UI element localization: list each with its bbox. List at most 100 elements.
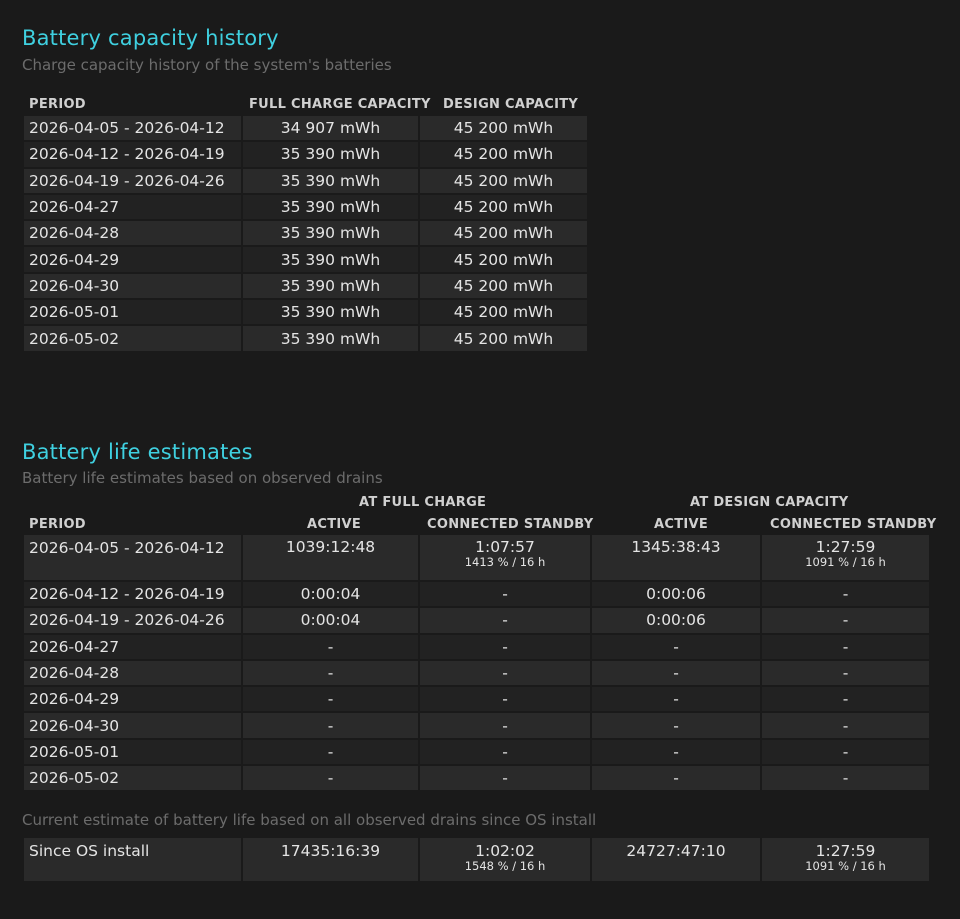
full-charge-capacity-cell: 35 390 mWh (243, 142, 418, 167)
group-header-full-charge: AT FULL CHARGE (359, 495, 487, 510)
life-estimate-row: 2026-05-02- - - - (24, 766, 929, 791)
fc-standby-value: 1:07:57 (475, 538, 535, 556)
design-capacity-cell: 45 200 mWh (420, 194, 587, 220)
capacity-row: 2026-05-02 35 390 mWh 45 200 mWh (24, 326, 587, 351)
dc-active-cell: 1345:38:43 (592, 535, 760, 580)
fc-standby-value: - (502, 585, 508, 604)
dc-active-cell: - (592, 766, 760, 791)
life-estimate-row: 2026-04-12 - 2026-04-19 0:00:04 - 0:00:06 - (24, 582, 929, 607)
capacity-row: 2026-05-01 35 390 mWh 45 200 mWh (24, 300, 587, 325)
design-capacity-cell: 45 200 mWh (420, 221, 587, 246)
dc-standby-cell: - (762, 687, 929, 712)
period-cell: 2026-04-27 (24, 194, 241, 220)
capacity-header-design: DESIGN CAPACITY (443, 97, 579, 112)
dc-standby-value: - (842, 611, 849, 630)
life-estimate-row: 2026-04-19 - 2026-04-26 0:00:04 - 0:00:06 - (24, 608, 929, 633)
life-estimate-row: 2026-04-30- - - - (24, 713, 929, 738)
fc-standby-value: - (502, 716, 508, 735)
dc-active-cell: 0:00:06 (592, 608, 760, 633)
life-estimate-row: 2026-05-01- - - - (24, 739, 929, 765)
period-cell: 2026-04-29 (24, 247, 241, 272)
dc-standby-value: - (842, 690, 849, 709)
dc-standby-cell: - (762, 660, 929, 686)
full-charge-capacity-cell: 35 390 mWh (243, 300, 418, 325)
design-capacity-cell: 45 200 mWh (420, 247, 587, 272)
full-charge-capacity-cell: 35 390 mWh (243, 168, 418, 193)
install-estimate-table: Since OS install 17435:16:39 1:02:02 154… (22, 836, 931, 883)
life-estimate-row: 2026-04-27- - - - (24, 634, 929, 659)
capacity-history-subtitle: Charge capacity history of the system's … (22, 56, 392, 74)
period-cell: 2026-04-19 - 2026-04-26 (24, 168, 241, 193)
life-estimates-subtitle: Battery life estimates based on observed… (22, 469, 383, 487)
full-charge-capacity-cell: 35 390 mWh (243, 194, 418, 220)
dc-standby-value: - (842, 637, 849, 656)
period-cell: 2026-04-28 (24, 221, 241, 246)
dc-active-cell: 0:00:06 (592, 582, 760, 607)
fc-active-cell: 0:00:04 (243, 582, 418, 607)
capacity-row: 2026-04-28 35 390 mWh 45 200 mWh (24, 221, 587, 246)
fc-standby-value: - (502, 637, 508, 656)
life-estimates-title: Battery life estimates (22, 440, 253, 464)
install-dc-active-cell: 24727:47:10 (592, 838, 760, 881)
fc-active-cell: - (243, 634, 418, 659)
full-charge-capacity-cell: 34 907 mWh (243, 116, 418, 141)
dc-standby-cell: - (762, 608, 929, 633)
install-estimate-subtitle: Current estimate of battery life based o… (22, 811, 597, 829)
install-dc-standby-cell: 1:27:59 1091 % / 16 h (762, 838, 929, 881)
dc-standby-cell: - (762, 582, 929, 607)
install-fc-active-cell: 17435:16:39 (243, 838, 418, 881)
fc-standby-cell: - (420, 766, 590, 791)
fc-standby-value: - (502, 611, 508, 630)
period-cell: 2026-04-12 - 2026-04-19 (24, 582, 241, 607)
fc-active-cell: - (243, 687, 418, 712)
period-cell: 2026-04-05 - 2026-04-12 (24, 535, 241, 580)
capacity-row: 2026-04-30 35 390 mWh 45 200 mWh (24, 273, 587, 299)
period-cell: 2026-04-05 - 2026-04-12 (24, 116, 241, 141)
install-fc-standby-cell: 1:02:02 1548 % / 16 h (420, 838, 590, 881)
period-cell: 2026-05-01 (24, 739, 241, 765)
fc-standby-cell: 1:07:57 1413 % / 16 h (420, 535, 590, 580)
capacity-header-full-charge: FULL CHARGE CAPACITY (249, 97, 431, 112)
fc-active-cell: 0:00:04 (243, 608, 418, 633)
dc-standby-value: - (842, 664, 849, 683)
fc-standby-value: - (502, 769, 508, 788)
install-dc-standby-value: 1:27:59 (815, 842, 876, 860)
install-dc-standby-note: 1091 % / 16 h (805, 859, 886, 873)
dc-active-cell: - (592, 739, 760, 765)
dc-standby-value: 1:27:59 (815, 538, 876, 556)
dc-standby-value: - (842, 742, 849, 761)
design-capacity-cell: 45 200 mWh (420, 168, 587, 193)
dc-active-cell: - (592, 687, 760, 712)
period-cell: 2026-04-27 (24, 634, 241, 659)
dc-standby-cell: - (762, 634, 929, 659)
period-cell: 2026-04-29 (24, 687, 241, 712)
dc-standby-value: - (842, 716, 849, 735)
fc-standby-value: - (502, 690, 508, 709)
life-header-period: PERIOD (29, 517, 86, 532)
period-cell: 2026-05-02 (24, 326, 241, 351)
capacity-row: 2026-04-12 - 2026-04-19 35 390 mWh 45 200 … (24, 142, 587, 167)
life-estimate-row: 2026-04-29- - - - (24, 687, 929, 712)
fc-standby-note: 1413 % / 16 h (464, 555, 546, 569)
life-header-fc-active: ACTIVE (307, 517, 362, 532)
full-charge-capacity-cell: 35 390 mWh (243, 221, 418, 246)
capacity-history-table: 2026-04-05 - 2026-04-12 34 907 mWh 45 200 … (22, 114, 589, 353)
period-cell: 2026-05-01 (24, 300, 241, 325)
design-capacity-cell: 45 200 mWh (420, 116, 587, 141)
dc-active-cell: - (592, 713, 760, 738)
dc-standby-cell: - (762, 766, 929, 791)
fc-standby-cell: - (420, 713, 590, 738)
fc-active-cell: - (243, 739, 418, 765)
dc-standby-value: - (842, 585, 849, 604)
period-cell: 2026-04-30 (24, 273, 241, 299)
period-cell: 2026-04-30 (24, 713, 241, 738)
dc-standby-cell: - (762, 713, 929, 738)
fc-standby-cell: - (420, 687, 590, 712)
fc-standby-cell: - (420, 660, 590, 686)
dc-standby-cell: 1:27:59 1091 % / 16 h (762, 535, 929, 580)
period-cell: 2026-04-12 - 2026-04-19 (24, 142, 241, 167)
install-fc-standby-note: 1548 % / 16 h (464, 859, 546, 873)
capacity-row: 2026-04-05 - 2026-04-12 34 907 mWh 45 200 … (24, 116, 587, 141)
capacity-row: 2026-04-19 - 2026-04-26 35 390 mWh 45 200 … (24, 168, 587, 193)
life-header-dc-active: ACTIVE (654, 517, 709, 532)
